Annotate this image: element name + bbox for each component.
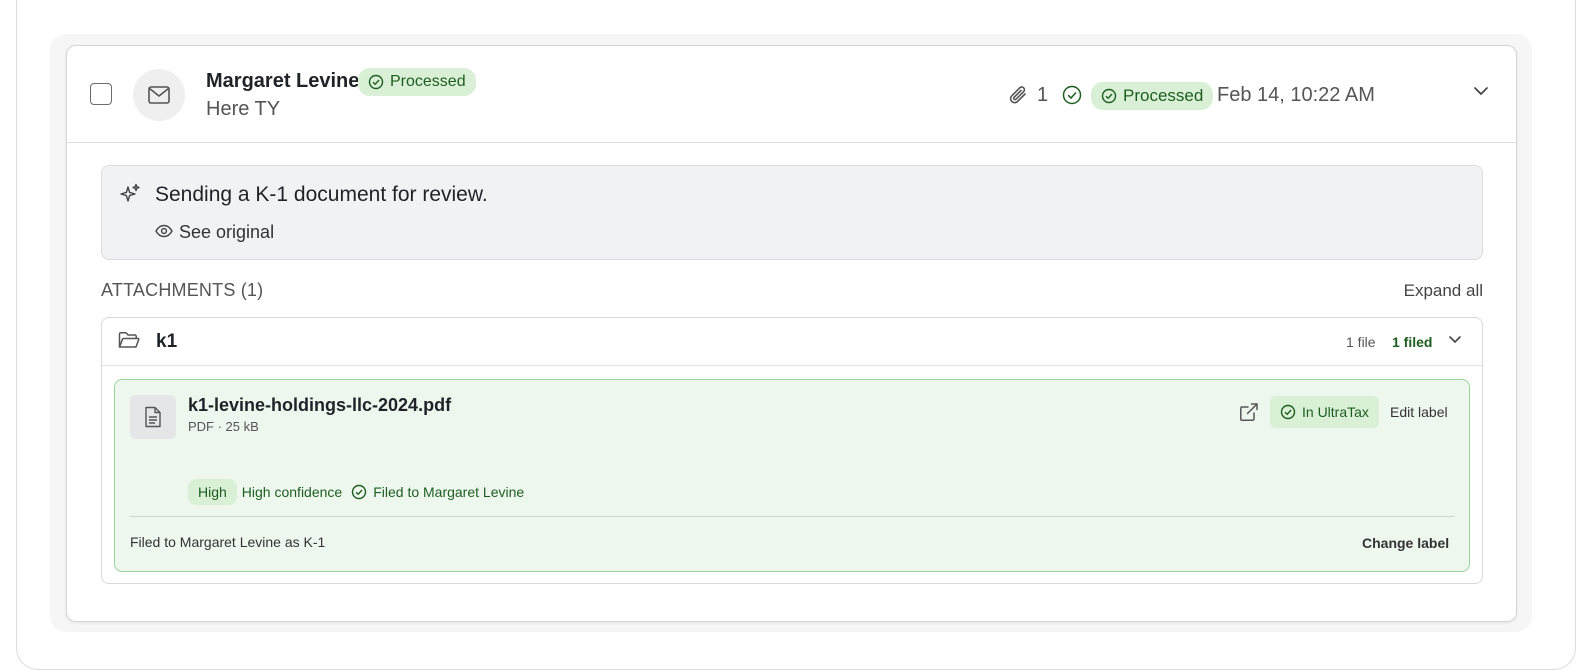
- ai-summary: Sending a K-1 document for review. See o…: [101, 165, 1483, 260]
- status-badge: Processed: [358, 68, 476, 96]
- confidence-row: High High confidence Filed to Margaret L…: [188, 479, 524, 505]
- email-subject: Here TY: [206, 98, 281, 120]
- file-card: k1-levine-holdings-llc-2024.pdf PDF · 25…: [114, 379, 1470, 572]
- confidence-badge: High: [188, 479, 237, 505]
- file-count: 1 file: [1346, 334, 1376, 350]
- check-circle-icon: [368, 74, 384, 90]
- document-icon: [144, 406, 162, 428]
- avatar: [133, 69, 185, 121]
- filed-to-text: Filed to Margaret Levine: [373, 484, 525, 500]
- ultratax-status-label: In UltraTax: [1302, 404, 1369, 420]
- check-circle-icon: [1062, 85, 1082, 105]
- email-date: Feb 14, 10:22 AM: [1217, 84, 1375, 106]
- check-circle-icon: [1280, 404, 1296, 420]
- chevron-down-icon[interactable]: [1473, 86, 1489, 96]
- ultratax-status-badge: In UltraTax: [1270, 396, 1379, 428]
- processed-badge-label: Processed: [1123, 86, 1204, 105]
- sparkle-icon: [119, 183, 141, 205]
- email-header[interactable]: Margaret Levine Processed Here TY 1 Proc…: [67, 46, 1516, 143]
- summary-text: Sending a K-1 document for review.: [155, 183, 488, 206]
- processed-badge: Processed: [1091, 82, 1214, 110]
- attachment-count: 1: [1037, 84, 1049, 106]
- select-checkbox[interactable]: [90, 83, 112, 105]
- filed-as-text: Filed to Margaret Levine as K-1: [130, 534, 326, 550]
- filed-count: 1 filed: [1392, 334, 1433, 350]
- file-meta: PDF · 25 kB: [188, 419, 259, 434]
- email-card: Margaret Levine Processed Here TY 1 Proc…: [66, 45, 1517, 622]
- envelope-icon: [148, 86, 170, 104]
- file-name[interactable]: k1-levine-holdings-llc-2024.pdf: [188, 395, 451, 416]
- external-link-icon[interactable]: [1239, 402, 1259, 422]
- group-name: k1: [156, 331, 178, 352]
- change-label-button[interactable]: Change label: [1362, 535, 1449, 551]
- eye-icon: [155, 224, 173, 238]
- sender-name: Margaret Levine: [206, 70, 360, 92]
- paperclip-icon: [1009, 85, 1029, 107]
- divider: [130, 516, 1454, 517]
- see-original-link[interactable]: See original: [179, 222, 274, 243]
- folder-open-icon: [118, 331, 140, 351]
- status-badge-label: Processed: [390, 73, 466, 90]
- file-thumbnail[interactable]: [130, 395, 176, 439]
- check-circle-icon: [351, 484, 367, 500]
- attachments-heading: ATTACHMENTS (1): [101, 280, 264, 300]
- check-circle-icon: [1101, 88, 1117, 104]
- chevron-down-icon[interactable]: [1448, 335, 1462, 344]
- attachment-group: k1 1 file 1 filed k1-levine-holdings-llc…: [101, 317, 1483, 584]
- edit-label-button[interactable]: Edit label: [1390, 404, 1448, 420]
- confidence-text: High confidence: [241, 484, 343, 500]
- attachment-group-header[interactable]: k1 1 file 1 filed: [102, 318, 1482, 366]
- expand-all-button[interactable]: Expand all: [1404, 281, 1483, 301]
- filed-to-indicator: Filed to Margaret Levine: [351, 484, 524, 500]
